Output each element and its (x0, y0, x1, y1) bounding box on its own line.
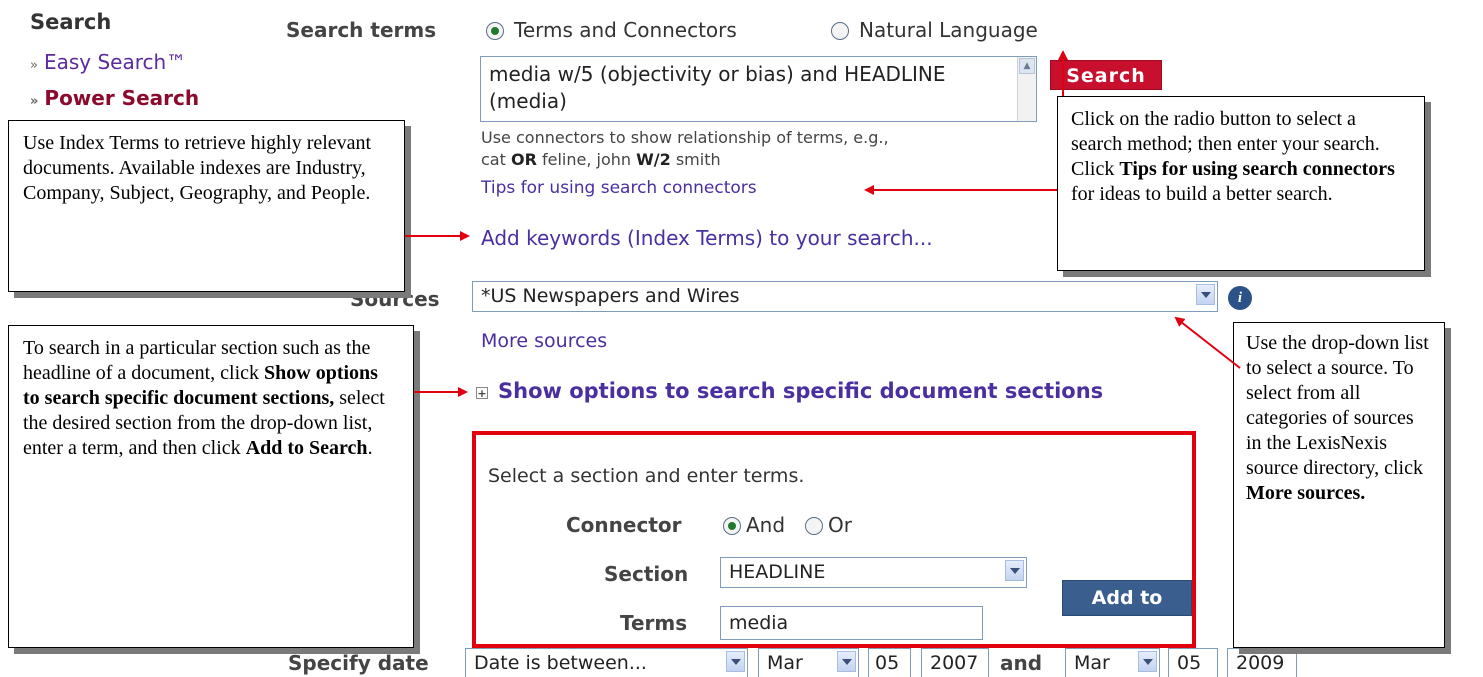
arrow-to-sources-dropdown (1174, 316, 1241, 369)
callout-arrows (405, 50, 1241, 397)
